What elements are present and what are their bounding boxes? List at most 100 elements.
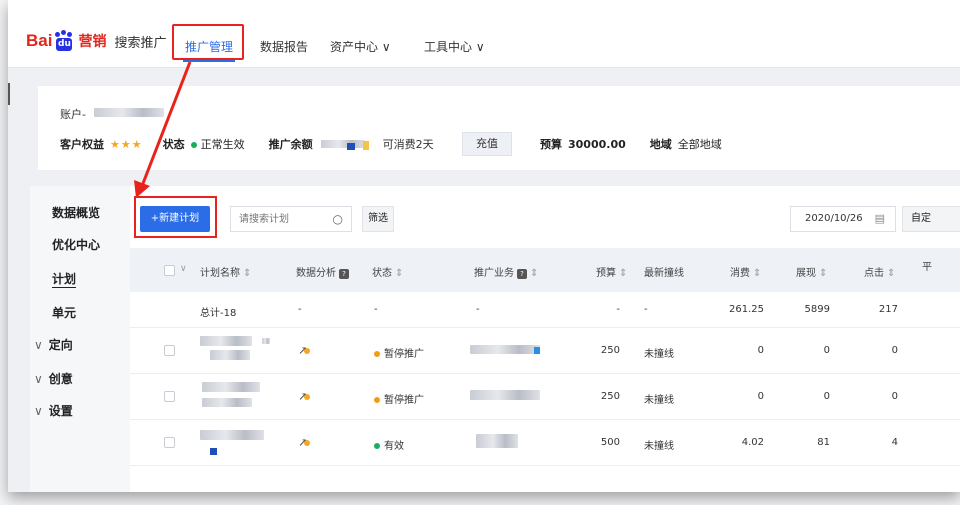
row-impressions: 0 — [823, 345, 830, 356]
region-label: 地域 — [649, 138, 672, 151]
sidebar-item-unit[interactable]: 单元 — [52, 304, 76, 321]
column-header-impressions[interactable]: 展现 ⇕ — [796, 264, 827, 279]
row-latest: 未撞线 — [644, 441, 674, 452]
column-header-clicks[interactable]: 点击 ⇕ — [864, 264, 895, 279]
row-impressions: 0 — [823, 391, 830, 402]
sidebar-item-settings[interactable]: ∨ 设置 — [34, 402, 73, 419]
balance-note: 可消费2天 — [382, 138, 434, 151]
balance-label: 推广余额 — [268, 138, 313, 151]
row-budget: 250 — [600, 391, 620, 402]
column-header-budget[interactable]: 预算 ⇕ — [596, 264, 627, 279]
row-checkbox[interactable] — [164, 345, 175, 356]
sidebar-item-creative[interactable]: ∨ 创意 — [34, 370, 73, 387]
search-icon[interactable]: ○ — [333, 212, 343, 226]
paw-logo-icon: du — [53, 30, 75, 52]
charge-button[interactable]: 充值 — [462, 132, 512, 156]
data-analysis-icon[interactable]: ↗ — [298, 344, 311, 357]
chevron-down-icon[interactable]: ∨ — [180, 264, 187, 274]
total-analysis: - — [298, 304, 302, 315]
row-clicks: 0 — [891, 391, 898, 402]
logo-bai-text: Bai — [26, 31, 53, 50]
logo-brand-text: 营销 — [78, 34, 107, 50]
sidebar-item-overview[interactable]: 数据概览 — [52, 204, 100, 221]
row-status: 有效 — [374, 437, 404, 452]
custom-columns-button[interactable]: 自定 — [902, 206, 960, 232]
row-latest: 未撞线 — [644, 349, 674, 360]
nav-asset-center[interactable]: 资产中心 ∨ — [330, 38, 391, 55]
row-clicks: 0 — [891, 345, 898, 356]
total-status: - — [374, 304, 378, 315]
baidu-logo[interactable]: Bai du 营销 搜索推广 — [26, 30, 166, 52]
redacted-plan-name[interactable] — [200, 336, 252, 346]
row-latest: 未撞线 — [644, 395, 674, 406]
chevron-down-icon: ∨ — [34, 404, 43, 418]
account-info-row: 客户权益 ★★★ 状态 正常生效 推广余额 可消费2天 — [60, 136, 434, 152]
data-analysis-icon[interactable]: ↗ — [298, 390, 311, 403]
column-header-name[interactable]: 计划名称 ⇕ — [200, 264, 251, 279]
plan-list-panel: +新建计划 ○ 筛选 2020/10/26 ▤ 自定 ∨ 计划名称⇕ 数据分析?… — [130, 186, 960, 492]
sidebar: 数据概览 优化中心 计划 单元 ∨ 定向 ∨ 创意 ∨ 设置 — [30, 186, 130, 492]
redacted-plan-name[interactable] — [202, 382, 260, 392]
product-name: 搜索推广 — [114, 35, 167, 51]
status-dot-icon — [374, 397, 380, 403]
total-name: 总计-18 — [200, 308, 237, 319]
sort-icon: ⇕ — [753, 268, 762, 279]
redacted-balance — [320, 138, 371, 150]
row-checkbox[interactable] — [164, 391, 175, 402]
plan-search: ○ — [230, 206, 352, 232]
column-header-analysis: 数据分析? — [296, 264, 349, 279]
sidebar-item-optimization[interactable]: 优化中心 — [52, 236, 100, 253]
redacted-plan-name[interactable] — [200, 430, 264, 440]
table-row[interactable]: ↗ 暂停推广 250 未撞线 0 0 0 — [130, 328, 960, 374]
divider — [8, 83, 10, 105]
search-input[interactable] — [231, 207, 321, 231]
data-analysis-icon[interactable]: ↗ — [298, 436, 311, 449]
status-dot-icon — [374, 443, 380, 449]
date-picker[interactable]: 2020/10/26 ▤ — [790, 206, 896, 232]
total-cost: 261.25 — [729, 304, 764, 315]
table-header: ∨ 计划名称 ⇕ 数据分析? 状态 ⇕ 推广业务? ⇕ 预算 ⇕ 最新撞线 消费 ⇕ 展现… — [130, 248, 960, 292]
sort-icon: ⇕ — [619, 268, 628, 279]
select-all-checkbox[interactable] — [164, 265, 175, 276]
date-value: 2020/10/26 — [805, 213, 863, 224]
column-header-avg: 平 — [922, 262, 932, 273]
nav-data-report[interactable]: 数据报告 — [260, 38, 308, 55]
table-total-row: 总计-18 - - - - - 261.25 5899 217 — [130, 292, 960, 328]
filter-button[interactable]: 筛选 — [362, 206, 394, 232]
status-value: 正常生效 — [190, 136, 245, 152]
total-clicks: 217 — [878, 304, 898, 315]
row-cost: 0 — [757, 345, 764, 356]
row-status: 暂停推广 — [374, 391, 424, 406]
nav-tool-center[interactable]: 工具中心 ∨ — [424, 38, 485, 55]
status-label: 状态 — [162, 138, 185, 151]
sidebar-item-plan[interactable]: 计划 — [52, 270, 76, 287]
rights-label: 客户权益 — [60, 138, 104, 151]
table-row[interactable]: ↗ 有效 500 未撞线 4.02 81 4 — [130, 420, 960, 466]
total-budget: - — [616, 304, 620, 315]
total-business: - — [476, 304, 480, 315]
column-header-status[interactable]: 状态 ⇕ — [372, 264, 403, 279]
budget-label: 预算 — [540, 138, 562, 151]
column-header-business[interactable]: 推广业务? ⇕ — [474, 264, 538, 279]
status-dot-icon — [190, 142, 197, 148]
row-cost: 4.02 — [741, 437, 764, 448]
help-icon: ? — [517, 269, 527, 279]
total-latest: - — [644, 304, 648, 315]
redacted-business — [476, 434, 518, 448]
chevron-down-icon: ∨ — [34, 338, 43, 352]
annotation-box-nav — [172, 24, 244, 60]
chevron-down-icon: ∨ — [34, 372, 43, 386]
row-status: 暂停推广 — [374, 345, 424, 360]
column-header-cost[interactable]: 消费 ⇕ — [730, 264, 761, 279]
table-row[interactable]: ↗ 暂停推广 250 未撞线 0 0 0 — [130, 374, 960, 420]
sort-icon: ⇕ — [819, 268, 828, 279]
annotation-box-new-plan — [134, 196, 217, 238]
sidebar-item-targeting[interactable]: ∨ 定向 — [34, 336, 73, 353]
row-checkbox[interactable] — [164, 437, 175, 448]
help-icon: ? — [339, 269, 349, 279]
top-navbar: Bai du 营销 搜索推广 推广管理 数据报告 资产中心 ∨ 工具中心 ∨ — [8, 0, 960, 68]
column-header-latest: 最新撞线 — [644, 268, 684, 279]
sort-icon: ⇕ — [530, 268, 539, 279]
row-cost: 0 — [757, 391, 764, 402]
nav-active-underline — [183, 60, 235, 62]
